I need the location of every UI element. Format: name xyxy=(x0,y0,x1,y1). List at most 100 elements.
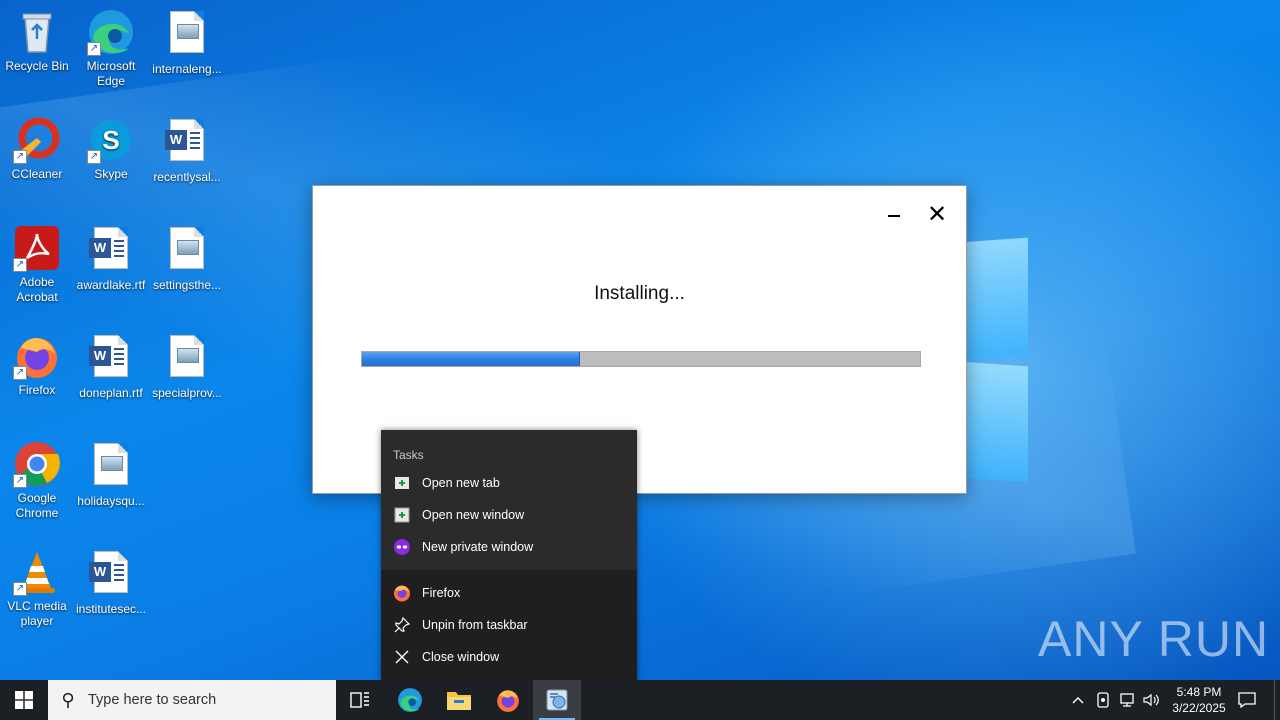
firefox-icon: ↗ xyxy=(13,332,61,380)
shortcut-arrow-icon: ↗ xyxy=(87,42,101,56)
clock-date: 3/22/2025 xyxy=(1172,701,1226,715)
install-progress-bar xyxy=(361,351,921,367)
start-button[interactable] xyxy=(0,680,48,720)
taskbar-search-box[interactable]: ⚲ Type here to search xyxy=(48,680,336,720)
edge-icon xyxy=(398,688,422,712)
taskbar-firefox[interactable] xyxy=(484,680,532,720)
device-icon xyxy=(1097,692,1109,708)
skype-icon: S ↗ xyxy=(87,116,135,164)
word-document-icon: W xyxy=(87,227,135,275)
desktop-icon-label: Skype xyxy=(94,167,128,181)
jump-list-open-new-tab[interactable]: Open new tab xyxy=(381,468,637,498)
tray-app-icon[interactable] xyxy=(1092,680,1114,720)
acrobat-icon: ↗ xyxy=(13,224,61,272)
jump-list-open-new-window[interactable]: Open new window xyxy=(381,500,637,530)
desktop-icon-label: Microsoft Edge xyxy=(86,59,136,88)
chrome-icon: ↗ xyxy=(13,440,61,488)
action-center-button[interactable] xyxy=(1234,680,1260,720)
firefox-icon xyxy=(393,584,411,602)
close-icon xyxy=(393,648,411,666)
desktop-icon-recycle-bin[interactable]: Recycle Bin xyxy=(0,8,74,74)
desktop-icon-label: Recycle Bin xyxy=(5,59,69,73)
network-status[interactable] xyxy=(1116,680,1138,720)
install-progress-fill xyxy=(362,352,580,366)
word-document-icon: W xyxy=(87,335,135,383)
desktop-icon-label: Adobe Acrobat xyxy=(16,275,58,304)
jump-list-label: Firefox xyxy=(422,586,461,600)
shortcut-arrow-icon: ↗ xyxy=(13,258,27,272)
jump-list-unpin-from-taskbar[interactable]: Unpin from taskbar xyxy=(381,610,637,640)
desktop-icon-label: settingsthe... xyxy=(152,278,222,292)
network-icon xyxy=(1120,693,1134,707)
shortcut-arrow-icon: ↗ xyxy=(13,150,27,164)
desktop-icon-internaleng[interactable]: internaleng... xyxy=(150,8,224,77)
desktop-icon-awardlake[interactable]: W awardlake.rtf xyxy=(74,224,148,293)
desktop-icon-skype[interactable]: S ↗ Skype xyxy=(74,116,148,182)
search-icon: ⚲ xyxy=(61,689,75,710)
jump-list-actions-section: Firefox Unpin from taskbar Close window xyxy=(381,570,637,680)
jump-list-label: Open new tab xyxy=(422,476,500,490)
desktop-icon-label: specialprov... xyxy=(152,386,222,400)
desktop-icon-google-chrome[interactable]: ↗ Google Chrome xyxy=(0,440,74,521)
taskbar-installer[interactable] xyxy=(533,680,581,720)
edge-icon: ↗ xyxy=(87,8,135,56)
show-desktop-button[interactable] xyxy=(1274,680,1280,720)
jump-list-label: Close window xyxy=(422,650,500,664)
jump-list-close-window[interactable]: Close window xyxy=(381,642,637,672)
image-document-icon xyxy=(87,443,135,491)
image-document-icon xyxy=(163,11,211,59)
desktop-icon-settingsthe[interactable]: settingsthe... xyxy=(150,224,224,293)
unpin-icon xyxy=(393,616,411,634)
firefox-jump-list: Tasks Open new tab Open new window New p… xyxy=(381,430,637,680)
notification-icon xyxy=(1238,692,1256,708)
jump-list-new-private-window[interactable]: New private window xyxy=(381,532,637,562)
jump-list-firefox[interactable]: Firefox xyxy=(381,578,637,608)
desktop-icon-label: internaleng... xyxy=(152,62,222,76)
desktop-icon-microsoft-edge[interactable]: ↗ Microsoft Edge xyxy=(74,8,148,89)
taskbar-file-explorer[interactable] xyxy=(435,680,483,720)
desktop-icon-label: Google Chrome xyxy=(15,491,59,520)
desktop-icon-adobe-acrobat[interactable]: ↗ Adobe Acrobat xyxy=(0,224,74,305)
taskbar-edge[interactable] xyxy=(386,680,434,720)
word-document-icon: W xyxy=(87,551,135,599)
jump-list-section-title: Tasks xyxy=(393,448,424,462)
chevron-up-icon xyxy=(1072,697,1084,704)
jump-list-label: Unpin from taskbar xyxy=(422,618,528,632)
desktop-icon-recentlysal[interactable]: W recentlysal... xyxy=(150,116,224,185)
desktop-icon-label: CCleaner xyxy=(11,167,63,181)
new-tab-icon xyxy=(393,474,411,492)
anyrun-watermark: ANY RUN xyxy=(1038,611,1270,667)
speaker-icon xyxy=(1143,693,1159,707)
desktop-icon-label: recentlysal... xyxy=(153,170,221,184)
desktop-icon-holidaysqu[interactable]: holidaysqu... xyxy=(74,440,148,509)
private-mask-icon xyxy=(393,538,411,556)
desktop-icon-vlc[interactable]: ↗ VLC media player xyxy=(0,548,74,629)
jump-list-label: Open new window xyxy=(422,508,525,522)
task-view-button[interactable] xyxy=(336,680,384,720)
desktop-icon-specialprov[interactable]: specialprov... xyxy=(150,332,224,401)
desktop-icon-institutesec[interactable]: W institutesec... xyxy=(74,548,148,617)
desktop-icon-ccleaner[interactable]: ↗ CCleaner xyxy=(0,116,74,182)
ccleaner-icon: ↗ xyxy=(13,116,61,164)
image-document-icon xyxy=(163,227,211,275)
recycle-bin-icon xyxy=(13,8,61,56)
desktop-icon-firefox[interactable]: ↗ Firefox xyxy=(0,332,74,398)
desktop-icon-label: doneplan.rtf xyxy=(79,386,143,400)
installer-icon xyxy=(546,689,568,711)
show-hidden-icons[interactable] xyxy=(1068,680,1088,720)
svg-text:S: S xyxy=(102,125,119,155)
desktop-icon-label: Firefox xyxy=(18,383,56,397)
desktop-icon-doneplan[interactable]: W doneplan.rtf xyxy=(74,332,148,401)
taskbar-clock[interactable]: 5:48 PM 3/22/2025 xyxy=(1160,684,1238,716)
shortcut-arrow-icon: ↗ xyxy=(13,366,27,380)
desktop-icon-label: institutesec... xyxy=(75,602,147,616)
desktop-icon-label: holidaysqu... xyxy=(77,494,145,508)
firefox-icon xyxy=(497,690,519,712)
task-view-icon xyxy=(350,692,369,708)
new-window-icon xyxy=(393,506,411,524)
word-document-icon: W xyxy=(163,119,211,167)
close-icon[interactable]: ✕ xyxy=(922,200,952,230)
minimize-icon[interactable] xyxy=(879,200,909,230)
volume-control[interactable] xyxy=(1140,680,1162,720)
wallpaper-windows-logo xyxy=(960,237,1030,483)
